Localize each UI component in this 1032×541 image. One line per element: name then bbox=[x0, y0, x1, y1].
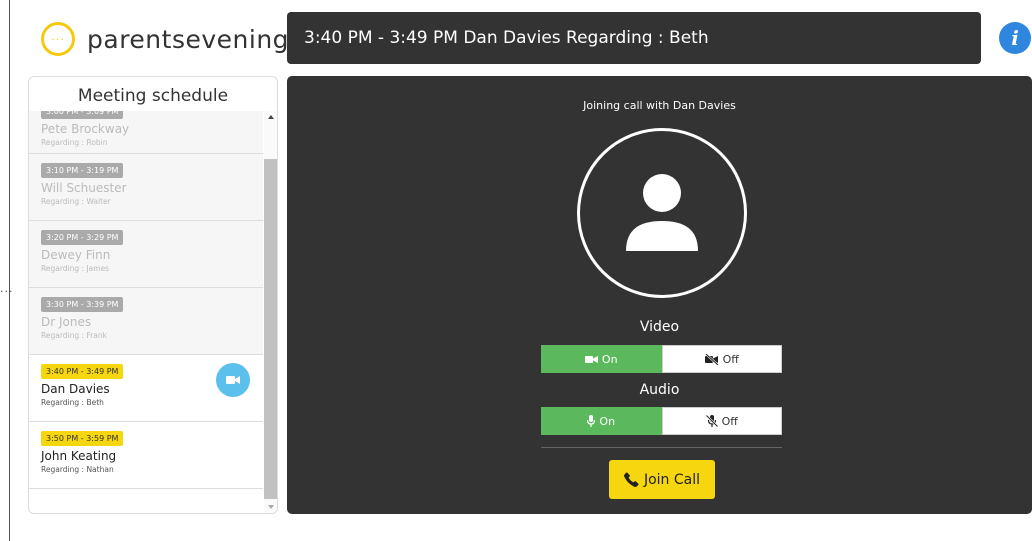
call-panel: Joining call with Dan Davies Video On Of… bbox=[287, 76, 1032, 514]
regarding-text: Regarding : James bbox=[41, 264, 110, 273]
scroll-down-arrow[interactable] bbox=[268, 505, 274, 509]
scroll-thumb[interactable] bbox=[264, 159, 277, 499]
meeting-title: 3:40 PM - 3:49 PM Dan Davies Regarding :… bbox=[304, 28, 709, 48]
parent-name: Dewey Finn bbox=[41, 248, 111, 262]
phone-icon bbox=[624, 472, 639, 487]
joining-status: Joining call with Dan Davies bbox=[583, 99, 736, 112]
regarding-text: Regarding : Beth bbox=[41, 398, 104, 407]
schedule-list: 3:00 PM - 3:09 PM Pete Brockway Regardin… bbox=[29, 111, 263, 505]
parent-name: Will Schuester bbox=[41, 181, 127, 195]
regarding-text: Regarding : Nathan bbox=[41, 465, 114, 474]
window-edge bbox=[9, 0, 10, 541]
video-on-label: On bbox=[601, 352, 618, 366]
start-video-button[interactable] bbox=[216, 363, 250, 397]
schedule-item[interactable]: 3:30 PM - 3:39 PM Dr Jones Regarding : F… bbox=[29, 288, 263, 355]
parent-name: Dr Jones bbox=[41, 315, 92, 329]
audio-toggle[interactable]: On Off bbox=[541, 407, 782, 435]
parent-name: Pete Brockway bbox=[41, 122, 130, 136]
audio-on-button[interactable]: On bbox=[541, 407, 662, 435]
audio-label: Audio bbox=[639, 382, 680, 398]
schedule-item[interactable]: 3:20 PM - 3:29 PM Dewey Finn Regarding :… bbox=[29, 221, 263, 288]
time-badge: 3:20 PM - 3:29 PM bbox=[41, 230, 124, 245]
schedule-item-current[interactable]: 3:40 PM - 3:49 PM Dan Davies Regarding :… bbox=[29, 355, 263, 422]
time-badge: 3:00 PM - 3:09 PM bbox=[41, 111, 124, 119]
regarding-text: Regarding : Walter bbox=[41, 197, 111, 206]
user-avatar-icon bbox=[577, 128, 747, 298]
app-logo: ··· parentsevening bbox=[41, 22, 289, 56]
time-badge: 3:50 PM - 3:59 PM bbox=[41, 431, 124, 446]
regarding-text: Regarding : Frank bbox=[41, 331, 107, 340]
audio-off-button[interactable]: Off bbox=[661, 407, 782, 435]
regarding-text: Regarding : Robin bbox=[41, 138, 108, 147]
divider bbox=[541, 447, 782, 448]
schedule-scrollbar[interactable] bbox=[264, 111, 277, 513]
time-badge: 3:40 PM - 3:49 PM bbox=[41, 364, 124, 379]
video-toggle[interactable]: On Off bbox=[541, 345, 782, 373]
meeting-header: 3:40 PM - 3:49 PM Dan Davies Regarding :… bbox=[287, 12, 981, 64]
video-off-button[interactable]: Off bbox=[661, 345, 782, 373]
time-badge: 3:10 PM - 3:19 PM bbox=[41, 163, 124, 178]
schedule-item[interactable]: 3:10 PM - 3:19 PM Will Schuester Regardi… bbox=[29, 154, 263, 221]
microphone-off-icon bbox=[705, 415, 718, 427]
logo-text: parentsevening bbox=[87, 24, 290, 54]
scroll-up-arrow[interactable] bbox=[268, 115, 274, 119]
avatar-silhouette bbox=[626, 174, 698, 251]
info-icon: i bbox=[1011, 26, 1019, 50]
video-camera-icon bbox=[226, 376, 240, 384]
meeting-schedule-panel: Meeting schedule 3:00 PM - 3:09 PM Pete … bbox=[28, 76, 278, 514]
audio-on-label: On bbox=[599, 414, 616, 428]
join-call-label: Join Call bbox=[643, 471, 701, 488]
video-camera-off-icon bbox=[704, 353, 719, 365]
time-badge: 3:30 PM - 3:39 PM bbox=[41, 297, 124, 312]
video-camera-icon bbox=[584, 355, 598, 363]
info-button[interactable]: i bbox=[999, 22, 1031, 54]
schedule-title: Meeting schedule bbox=[77, 86, 229, 106]
audio-off-label: Off bbox=[721, 414, 738, 428]
frame-dots: ... bbox=[0, 282, 14, 295]
schedule-item[interactable]: 3:00 PM - 3:09 PM Pete Brockway Regardin… bbox=[29, 111, 263, 154]
join-call-button[interactable]: Join Call bbox=[609, 460, 715, 499]
video-label: Video bbox=[639, 319, 680, 335]
logo-circle-icon: ··· bbox=[41, 22, 75, 56]
video-off-label: Off bbox=[722, 352, 739, 366]
video-on-button[interactable]: On bbox=[541, 345, 662, 373]
schedule-item[interactable]: 3:50 PM - 3:59 PM John Keating Regarding… bbox=[29, 422, 263, 489]
parent-name: John Keating bbox=[41, 449, 117, 463]
microphone-icon bbox=[587, 415, 596, 427]
